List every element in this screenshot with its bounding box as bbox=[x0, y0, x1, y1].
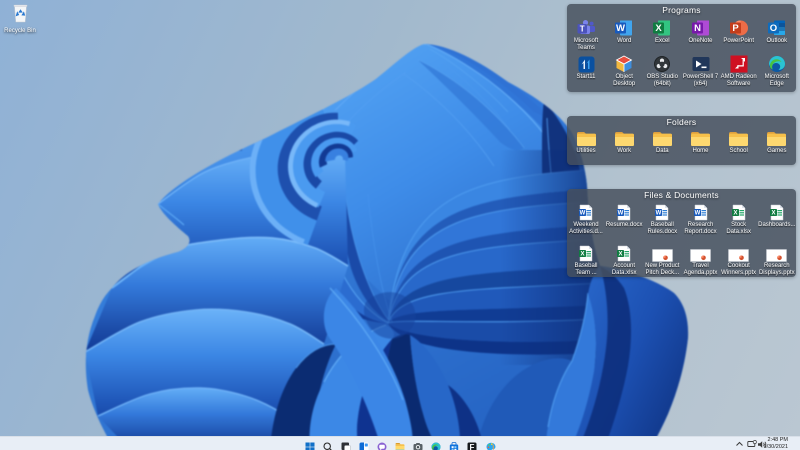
svg-text:W: W bbox=[694, 210, 700, 216]
svg-text:T: T bbox=[580, 24, 585, 33]
svg-text:X: X bbox=[733, 210, 737, 216]
svg-text:X: X bbox=[656, 23, 663, 34]
svg-text:O: O bbox=[770, 23, 777, 34]
svg-text:F: F bbox=[470, 443, 475, 450]
svg-text:W: W bbox=[616, 23, 625, 34]
svg-text:W: W bbox=[656, 210, 662, 216]
svg-text:X: X bbox=[771, 210, 775, 216]
svg-text:N: N bbox=[694, 23, 701, 34]
svg-text:X: X bbox=[580, 251, 584, 257]
svg-text:X: X bbox=[619, 251, 623, 257]
svg-text:W: W bbox=[580, 210, 586, 216]
svg-text:W: W bbox=[618, 210, 624, 216]
svg-text:P: P bbox=[732, 23, 739, 34]
